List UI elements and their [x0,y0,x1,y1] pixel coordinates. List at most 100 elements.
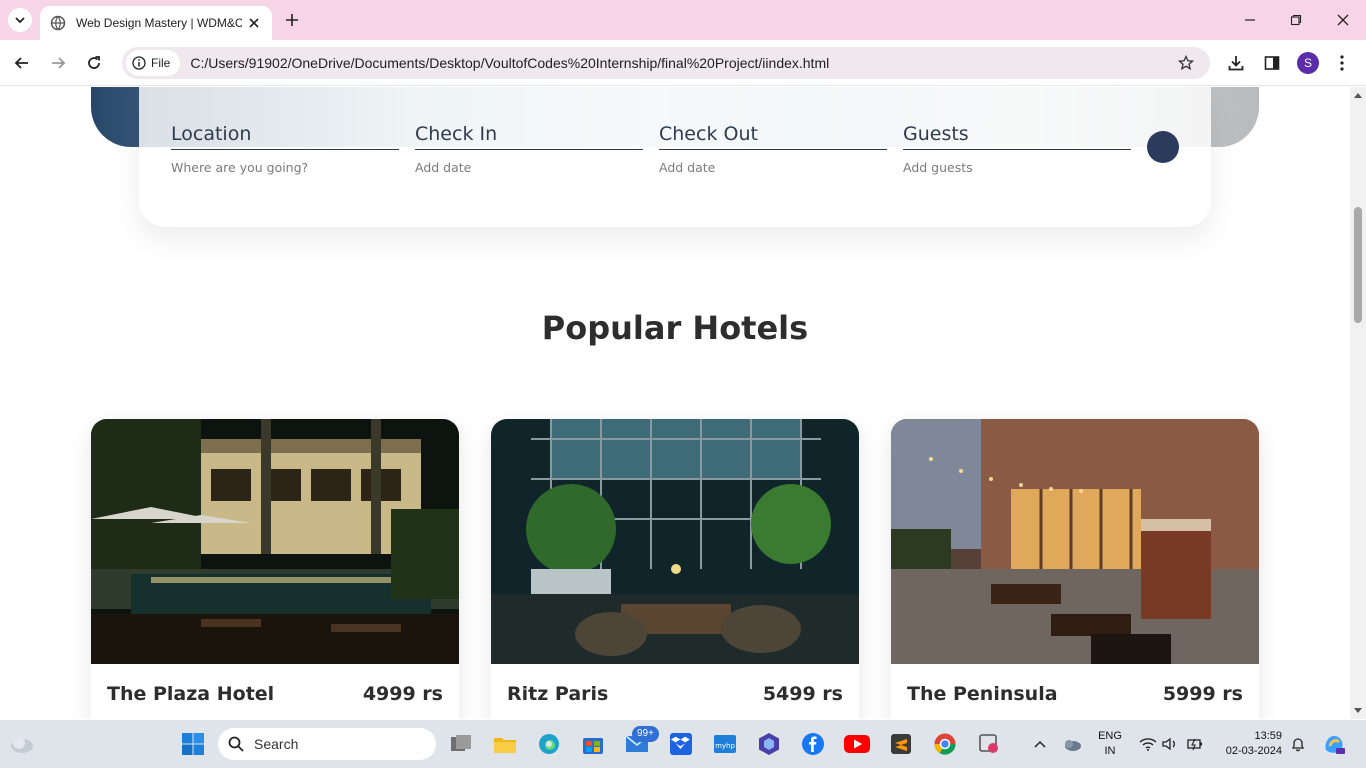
file-explorer-icon[interactable] [491,730,519,758]
wifi-icon[interactable] [1138,734,1158,754]
tab-title: Web Design Mastery | WDM&C [76,16,242,30]
location-input[interactable]: Where are you going? [171,160,399,175]
task-view-icon[interactable] [447,730,475,758]
active-tab[interactable]: Web Design Mastery | WDM&C [40,6,272,40]
guests-input[interactable]: Add guests [903,160,1131,175]
check-in-input[interactable]: Add date [415,160,643,175]
location-label: Location [171,123,399,150]
menu-button[interactable] [1331,52,1353,74]
onedrive-icon[interactable] [1062,734,1082,754]
facebook-icon[interactable] [799,730,827,758]
hotel-price: 5499 rs [762,683,843,705]
hotel-photo [491,419,859,664]
window-close-button[interactable] [1331,8,1355,32]
hotel-card[interactable]: The Peninsula 5999 rs [891,419,1259,719]
close-icon[interactable] [246,15,262,31]
mail-badge: 99+ [632,726,659,742]
youtube-icon[interactable] [843,730,871,758]
taskbar: Search 99+ myhp ENG IN 13:59 02-03-2024 [0,720,1366,768]
volume-icon[interactable] [1160,734,1180,754]
reload-icon [88,56,100,69]
hotel-card-info: The Peninsula 5999 rs [891,664,1259,719]
hotel-photo [891,419,1259,664]
hotel-name: The Peninsula [907,683,1058,705]
weather-icon[interactable] [8,730,36,758]
language-line-1: ENG [1098,730,1122,742]
minimize-icon [1245,19,1255,21]
search-button[interactable] [1147,131,1179,163]
info-icon [132,56,146,70]
location-field[interactable]: Location Where are you going? [171,123,399,175]
taskbar-search-input[interactable]: Search [218,728,436,760]
download-button[interactable] [1225,52,1247,74]
restore-icon [1290,14,1302,26]
side-panel-icon [1264,56,1280,70]
guests-label: Guests [903,123,1131,150]
bookmark-star-button[interactable] [1176,53,1196,73]
hotel-card[interactable]: The Plaza Hotel 4999 rs [91,419,459,719]
check-out-label: Check Out [659,123,887,150]
reload-button[interactable] [82,51,106,75]
search-icon [228,736,244,752]
clock-date: 02-03-2024 [1225,745,1282,757]
clock-time: 13:59 [1254,730,1282,742]
hotel-name: Ritz Paris [507,683,609,705]
minimize-button[interactable] [1238,8,1262,32]
copilot-icon[interactable] [1320,730,1348,758]
sublime-text-icon[interactable] [887,730,915,758]
hotel-card-info: Ritz Paris 5499 rs [491,664,859,719]
section-title: Popular Hotels [541,309,809,347]
forward-button[interactable] [46,51,70,75]
new-tab-button[interactable] [282,10,302,30]
url-text[interactable]: C:/Users/91902/OneDrive/Documents/Deskto… [190,55,829,71]
guests-field[interactable]: Guests Add guests [903,123,1131,175]
page-viewport: Location Where are you going? Check In A… [0,87,1350,719]
tab-strip: Web Design Mastery | WDM&C [0,0,1366,40]
globe-icon [50,15,66,31]
check-in-label: Check In [415,123,643,150]
taskbar-clock[interactable]: 13:59 02-03-2024 [1220,729,1282,759]
address-bar[interactable]: File C:/Users/91902/OneDrive/Documents/D… [122,47,1210,79]
back-button[interactable] [10,51,34,75]
check-out-input[interactable]: Add date [659,160,887,175]
language-line-2: IN [1104,745,1116,757]
check-out-field[interactable]: Check Out Add date [659,123,887,175]
kebab-menu-icon [1340,55,1344,71]
site-chip-label: File [151,56,171,70]
taskbar-search-placeholder: Search [254,736,299,752]
windows-start-icon[interactable] [179,730,207,758]
plus-icon [286,14,298,26]
chevron-down-icon [15,17,25,24]
page-scrollbar[interactable] [1350,87,1366,719]
check-in-field[interactable]: Check In Add date [415,123,643,175]
scroll-up-icon[interactable] [1354,91,1362,99]
scroll-thumb[interactable] [1354,207,1362,323]
snipping-tool-icon[interactable] [975,730,1003,758]
hotel-name: The Plaza Hotel [107,683,275,705]
site-info-chip[interactable]: File [126,50,181,76]
tab-search-button[interactable] [8,8,32,32]
svg-text:myhp: myhp [715,742,735,750]
chevron-up-icon[interactable] [1030,734,1050,754]
download-icon [1228,56,1244,71]
edge-browser-icon[interactable] [535,730,563,758]
myhp-icon[interactable]: myhp [711,730,739,758]
notification-bell-icon[interactable] [1288,734,1308,754]
star-icon [1178,55,1194,71]
scroll-down-icon[interactable] [1354,707,1362,715]
restore-button[interactable] [1284,8,1308,32]
side-panel-button[interactable] [1261,52,1283,74]
hotel-photo [91,419,459,664]
hotel-card[interactable]: Ritz Paris 5499 rs [491,419,859,719]
battery-icon[interactable] [1185,734,1205,754]
chrome-icon[interactable] [931,730,959,758]
arrow-left-icon [14,57,28,69]
hotel-price: 4999 rs [362,683,443,705]
close-icon [1337,14,1349,26]
dropbox-icon[interactable] [667,730,695,758]
language-indicator[interactable]: ENG IN [1092,729,1128,759]
profile-avatar[interactable]: S [1297,52,1319,74]
app-hexagon-icon[interactable] [755,730,783,758]
microsoft-store-icon[interactable] [579,730,607,758]
browser-toolbar: File C:/Users/91902/OneDrive/Documents/D… [0,40,1366,86]
